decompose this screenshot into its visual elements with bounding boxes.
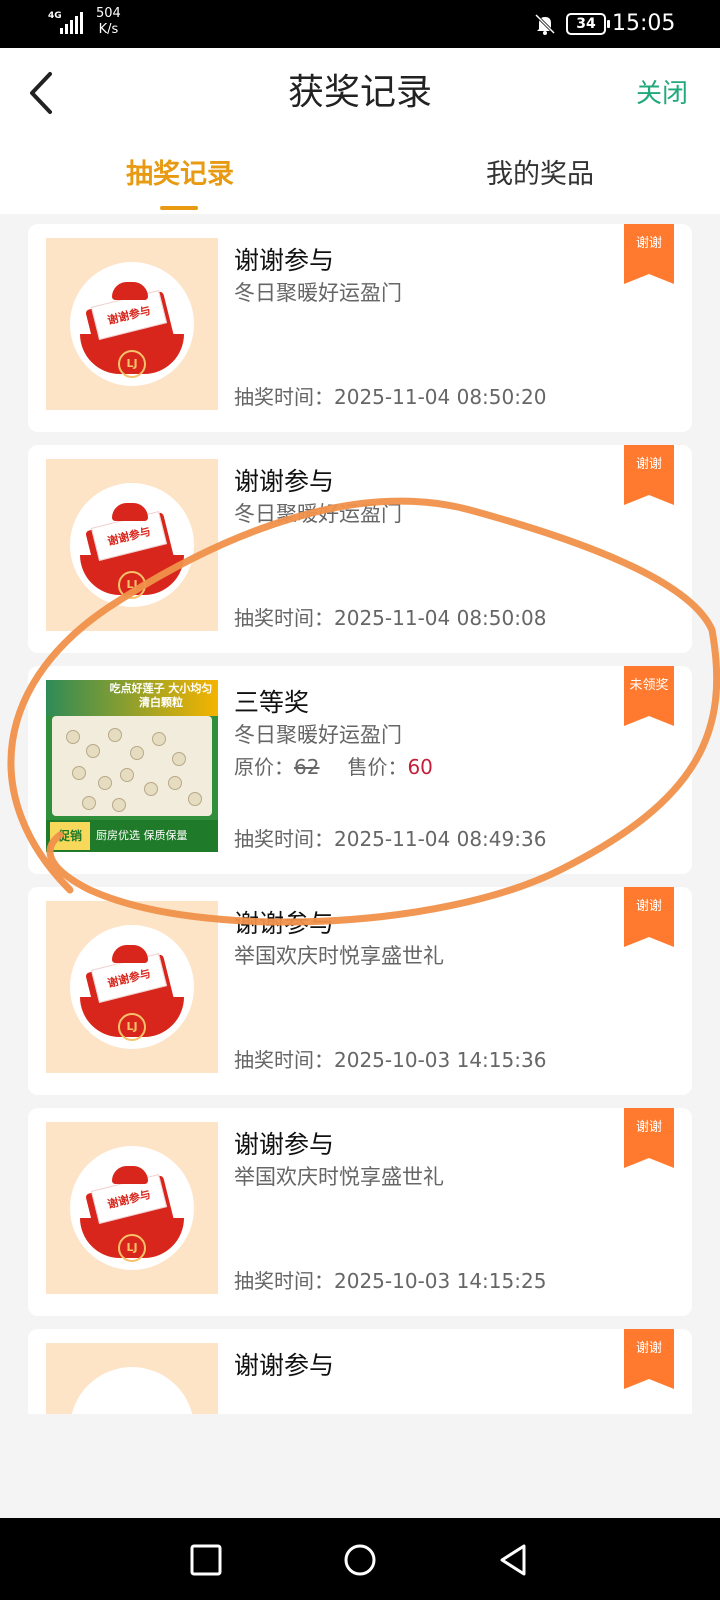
square-icon[interactable] xyxy=(184,1538,228,1582)
time-value: 2025-10-03 14:15:25 xyxy=(334,1269,547,1293)
status-badge: 谢谢 xyxy=(624,224,674,284)
orig-price: 62 xyxy=(294,755,320,779)
speed-value: 504 xyxy=(96,6,121,21)
status-badge: 谢谢 xyxy=(624,1329,674,1389)
record-title: 谢谢参与 xyxy=(234,909,335,938)
thanks-image xyxy=(46,1343,218,1414)
record-title: 谢谢参与 xyxy=(234,246,335,275)
thanks-image-logo: LJ xyxy=(118,350,146,378)
circle-icon[interactable] xyxy=(338,1538,382,1582)
time-label: 抽奖时间： xyxy=(234,827,334,851)
triangle-back-icon[interactable] xyxy=(492,1538,536,1582)
signal-icon xyxy=(60,12,83,34)
record-card[interactable]: 谢谢参与 LJ 谢谢参与 举国欢庆时悦享盛世礼 抽奖时间：2025-10-03 … xyxy=(28,887,692,1095)
record-activity: 举国欢庆时悦享盛世礼 xyxy=(234,1165,444,1189)
record-card[interactable]: 谢谢参与 LJ 谢谢参与 举国欢庆时悦享盛世礼 抽奖时间：2025-10-03 … xyxy=(28,1108,692,1316)
time-label: 抽奖时间： xyxy=(234,385,334,409)
clock: 15:05 xyxy=(612,11,676,36)
status-bar: 4G 504 K/s 34 15:05 xyxy=(0,0,720,48)
thanks-image-logo: LJ xyxy=(118,1234,146,1262)
time-label: 抽奖时间： xyxy=(234,606,334,630)
list-bottom-space xyxy=(0,1414,720,1518)
system-nav-bar xyxy=(0,1518,720,1600)
record-card[interactable]: 谢谢参与 LJ 谢谢参与 冬日聚暖好运盈门 抽奖时间：2025-11-04 08… xyxy=(28,445,692,653)
close-button[interactable]: 关闭 xyxy=(636,76,688,112)
price-row: 原价：62 售价：60 xyxy=(234,752,433,782)
orig-price-label: 原价： xyxy=(234,755,294,779)
battery-icon: 34 xyxy=(566,13,610,35)
record-time: 抽奖时间：2025-10-03 14:15:25 xyxy=(234,1266,546,1296)
sale-price-label: 售价： xyxy=(347,755,408,779)
speed-unit: K/s xyxy=(98,22,119,37)
thanks-image: 谢谢参与 LJ xyxy=(46,459,218,631)
product-image-footer: 厨房优选 保质保量 xyxy=(96,829,188,842)
time-value: 2025-11-04 08:50:20 xyxy=(334,385,547,409)
active-tab-indicator xyxy=(160,206,198,210)
time-label: 抽奖时间： xyxy=(234,1048,334,1072)
unclaimed-badge[interactable]: 未领奖 xyxy=(624,666,674,726)
record-title: 三等奖 xyxy=(234,688,310,717)
time-value: 2025-11-04 08:50:08 xyxy=(334,606,547,630)
tab-lottery-records[interactable]: 抽奖记录 xyxy=(30,156,330,194)
record-activity: 举国欢庆时悦享盛世礼 xyxy=(234,944,444,968)
record-time: 抽奖时间：2025-11-04 08:50:08 xyxy=(234,603,546,633)
product-image: 吃点好莲子 大小均匀 清白颗粒 促销 厨房优选 保质保量 xyxy=(46,680,218,852)
time-value: 2025-11-04 08:49:36 xyxy=(334,827,547,851)
tab-my-prizes[interactable]: 我的奖品 xyxy=(390,156,690,194)
record-list[interactable]: 谢谢参与 LJ 谢谢参与 冬日聚暖好运盈门 抽奖时间：2025-11-04 08… xyxy=(0,214,720,1414)
record-card-prize[interactable]: 吃点好莲子 大小均匀 清白颗粒 促销 厨房优选 保质保量 三等奖 冬日聚暖好运盈… xyxy=(28,666,692,874)
record-time: 抽奖时间：2025-11-04 08:50:20 xyxy=(234,382,546,412)
record-title: 谢谢参与 xyxy=(234,1130,335,1159)
sale-price: 60 xyxy=(407,755,433,779)
thanks-image: 谢谢参与 LJ xyxy=(46,1122,218,1294)
record-card[interactable]: 谢谢参与 谢谢 xyxy=(28,1329,692,1414)
product-image-headline: 吃点好莲子 大小均匀 清白颗粒 xyxy=(109,682,213,709)
thanks-image: 谢谢参与 LJ xyxy=(46,901,218,1073)
record-activity: 冬日聚暖好运盈门 xyxy=(234,502,402,526)
page-title: 获奖记录 xyxy=(287,72,432,113)
time-value: 2025-10-03 14:15:36 xyxy=(334,1048,547,1072)
status-badge: 谢谢 xyxy=(624,887,674,947)
record-activity: 冬日聚暖好运盈门 xyxy=(234,281,402,305)
record-activity: 冬日聚暖好运盈门 xyxy=(234,723,402,747)
network-speed: 504 K/s xyxy=(96,6,121,38)
record-title: 谢谢参与 xyxy=(234,1351,335,1380)
record-title: 谢谢参与 xyxy=(234,467,335,496)
status-badge: 谢谢 xyxy=(624,1108,674,1168)
record-time: 抽奖时间：2025-11-04 08:49:36 xyxy=(234,824,546,854)
bell-muted-icon xyxy=(534,13,556,35)
record-card[interactable]: 谢谢参与 LJ 谢谢参与 冬日聚暖好运盈门 抽奖时间：2025-11-04 08… xyxy=(28,224,692,432)
record-time: 抽奖时间：2025-10-03 14:15:36 xyxy=(234,1045,546,1075)
thanks-image: 谢谢参与 LJ xyxy=(46,238,218,410)
thanks-image-logo: LJ xyxy=(118,1013,146,1041)
tab-bar: 抽奖记录 我的奖品 xyxy=(0,144,720,214)
status-badge: 谢谢 xyxy=(624,445,674,505)
app-header: 获奖记录 关闭 xyxy=(0,48,720,144)
thanks-image-logo: LJ xyxy=(118,571,146,599)
time-label: 抽奖时间： xyxy=(234,1269,334,1293)
product-image-promo: 促销 xyxy=(50,822,90,850)
